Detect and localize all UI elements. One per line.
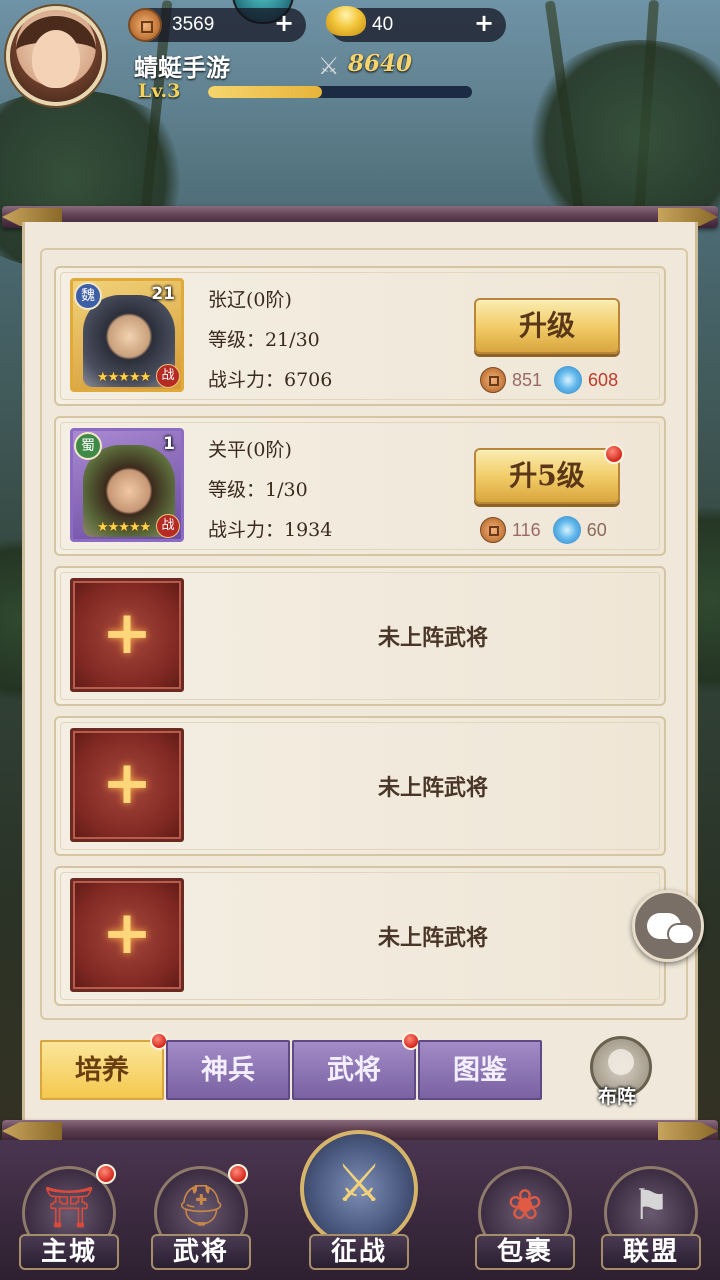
upgrade-cost: 851 608 — [480, 366, 618, 394]
tab-cultivate[interactable]: 培养 — [40, 1040, 164, 1100]
battle-badge: 战 — [156, 364, 180, 388]
add-hero-button[interactable]: + — [70, 728, 184, 842]
nav-label: 主城 — [19, 1234, 119, 1270]
empty-slot-3[interactable]: + 未上阵武将 — [54, 566, 666, 706]
empty-slot-label: 未上阵武将 — [378, 625, 489, 651]
nav-main-city[interactable]: ⛩ 主城 — [14, 1160, 124, 1270]
upgrade-button[interactable]: 升级 — [474, 298, 620, 354]
plus-icon: + — [101, 598, 153, 668]
add-gold-button[interactable]: + — [474, 9, 494, 37]
cost-exp: 60 — [586, 519, 607, 540]
add-copper-button[interactable]: + — [274, 9, 294, 37]
hero-slot-2[interactable]: 蜀 1 ★★★★★ 战 关平(0阶) 等级：1/30 战斗力：1934 升5级 … — [54, 416, 666, 556]
copper-coin-icon — [480, 367, 506, 393]
hero-power: 战斗力：6706 — [208, 369, 333, 391]
hero-info: 张辽(0阶) 等级：21/30 战斗力：6706 — [208, 280, 332, 400]
hero-name: 张辽(0阶) — [208, 289, 292, 311]
tab-generals[interactable]: 武将 — [292, 1040, 416, 1100]
add-hero-button[interactable]: + — [70, 578, 184, 692]
notice-dot-icon — [96, 1164, 116, 1184]
hero-card-zhangliao[interactable]: 魏 21 ★★★★★ 战 — [70, 278, 184, 392]
crossed-swords-icon: ⚔ — [318, 52, 340, 80]
hero-info: 关平(0阶) 等级：1/30 战斗力：1934 — [208, 430, 332, 550]
hero-level: 等级：21/30 — [208, 329, 320, 351]
hero-card-level: 1 — [163, 434, 175, 454]
battle-badge: 战 — [156, 514, 180, 538]
nav-label: 征战 — [309, 1234, 409, 1270]
tab-divine-weapon[interactable]: 神兵 — [166, 1040, 290, 1100]
copper-amount: 3569 — [172, 14, 215, 35]
faction-badge: 魏 — [74, 282, 102, 310]
copper-coin-icon — [128, 8, 162, 42]
nav-campaign[interactable]: ⚔ 征战 — [300, 1130, 418, 1270]
hero-name: 关平(0阶) — [208, 439, 292, 461]
exp-swirl-icon — [554, 366, 583, 394]
formation-label: 布阵 — [598, 1086, 637, 1108]
cost-exp: 608 — [588, 369, 619, 390]
notice-dot-icon — [228, 1164, 248, 1184]
hero-card-level: 21 — [151, 284, 175, 304]
nav-bag[interactable]: ❀ 包裹 — [470, 1160, 580, 1270]
chat-bubble-icon[interactable] — [632, 890, 704, 962]
nav-label: 联盟 — [601, 1234, 701, 1270]
group-icon — [608, 1049, 634, 1075]
nav-alliance[interactable]: ⚑ 联盟 — [596, 1160, 706, 1270]
hero-card-guanping[interactable]: 蜀 1 ★★★★★ 战 — [70, 428, 184, 542]
gold-amount: 40 — [372, 14, 394, 35]
hero-slot-1[interactable]: 魏 21 ★★★★★ 战 张辽(0阶) 等级：21/30 战斗力：6706 升级… — [54, 266, 666, 406]
gold-ingot-icon — [326, 6, 366, 36]
star-rating-icon: ★★★★★ — [97, 520, 151, 535]
cost-copper: 851 — [512, 369, 543, 390]
star-rating-icon: ★★★★★ — [97, 370, 151, 385]
add-hero-button[interactable]: + — [70, 878, 184, 992]
copper-coin-icon — [480, 517, 506, 543]
plus-icon: + — [101, 898, 153, 968]
empty-slot-label: 未上阵武将 — [378, 925, 489, 951]
hero-level: 等级：1/30 — [208, 479, 308, 501]
upgrade-5-levels-button[interactable]: 升5级 — [474, 448, 620, 504]
faction-badge: 蜀 — [74, 432, 102, 460]
avatar-face — [32, 30, 80, 88]
empty-slot-5[interactable]: + 未上阵武将 — [54, 866, 666, 1006]
player-name: 蜻蜓手游 — [134, 53, 230, 82]
exp-bar-fill — [208, 86, 322, 98]
exp-bar — [208, 86, 472, 98]
plus-icon: + — [101, 748, 153, 818]
player-power: 8640 — [348, 50, 413, 77]
notice-dot-icon — [604, 444, 624, 464]
empty-slot-label: 未上阵武将 — [378, 775, 489, 801]
nav-label: 武将 — [151, 1234, 251, 1270]
exp-swirl-icon — [552, 516, 581, 544]
tab-codex[interactable]: 图鉴 — [418, 1040, 542, 1100]
player-level: Lv.3 — [138, 80, 181, 102]
nav-generals[interactable]: ⛑ 武将 — [146, 1160, 256, 1270]
player-avatar[interactable] — [6, 6, 106, 106]
cost-copper: 116 — [512, 519, 541, 540]
empty-slot-4[interactable]: + 未上阵武将 — [54, 716, 666, 856]
upgrade-cost: 116 60 — [480, 516, 607, 544]
nav-label: 包裹 — [475, 1234, 575, 1270]
hero-power: 战斗力：1934 — [208, 519, 333, 541]
